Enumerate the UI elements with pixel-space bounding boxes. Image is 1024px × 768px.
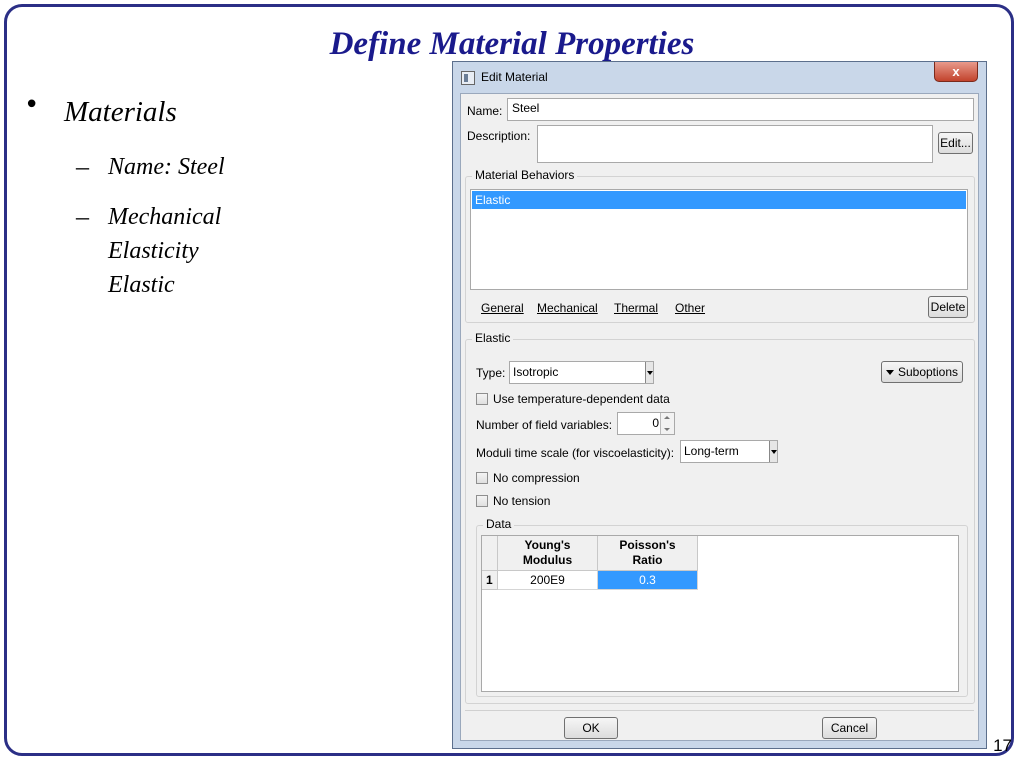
- chevron-down-icon: [645, 362, 653, 383]
- edit-material-dialog: Edit Material x Name: Steel Description:…: [452, 61, 987, 749]
- field-variables-value: 0: [652, 416, 659, 430]
- bullet-marker: •: [24, 90, 40, 120]
- moduli-dropdown[interactable]: Long-term: [680, 440, 778, 463]
- cell-poissons-ratio[interactable]: 0.3: [598, 571, 698, 590]
- stepper-arrows-icon[interactable]: [660, 413, 674, 434]
- elastic-group-title: Elastic: [472, 331, 514, 345]
- suboptions-button[interactable]: Suboptions: [881, 361, 963, 383]
- menu-mechanical[interactable]: Mechanical: [537, 301, 598, 315]
- delete-button[interactable]: Delete: [928, 296, 968, 318]
- close-button[interactable]: x: [934, 62, 978, 82]
- behaviors-list[interactable]: Elastic: [470, 189, 968, 290]
- temp-dependent-checkbox[interactable]: [476, 393, 488, 405]
- elastic-group: Elastic Type: Isotropic Suboptions Use t…: [465, 331, 975, 704]
- material-behaviors-title: Material Behaviors: [472, 168, 578, 182]
- cancel-button[interactable]: Cancel: [822, 717, 877, 739]
- data-group-title: Data: [483, 517, 515, 531]
- suboptions-label: Suboptions: [897, 365, 959, 379]
- no-compression-checkbox[interactable]: [476, 472, 488, 484]
- name-field[interactable]: Steel: [507, 98, 974, 121]
- dialog-titlebar[interactable]: Edit Material x: [453, 62, 986, 92]
- triangle-down-icon: [885, 370, 894, 376]
- material-behaviors-group: Material Behaviors Elastic General Mecha…: [465, 168, 975, 323]
- chevron-down-icon: [769, 441, 777, 462]
- description-label: Description:: [467, 129, 531, 143]
- column-header-youngs-modulus[interactable]: Young's Modulus: [498, 536, 598, 571]
- page-number: 17: [993, 736, 1012, 755]
- header-line: Ratio: [632, 553, 663, 567]
- menu-general[interactable]: General: [481, 301, 524, 315]
- type-label: Type:: [476, 366, 506, 380]
- menu-other[interactable]: Other: [675, 301, 705, 315]
- sub-bullet-mechanical: Mechanical Elasticity Elastic: [108, 200, 221, 302]
- edit-button[interactable]: Edit...: [938, 132, 973, 154]
- behavior-item-elastic[interactable]: Elastic: [472, 191, 966, 209]
- moduli-value: Long-term: [684, 444, 739, 458]
- dialog-title: Edit Material: [481, 70, 548, 84]
- table-corner: [482, 536, 498, 571]
- field-variables-label: Number of field variables:: [476, 418, 613, 432]
- bottom-separator: [465, 710, 974, 711]
- dash-marker-2: –: [76, 202, 89, 231]
- header-line: Modulus: [522, 553, 573, 567]
- bullet-materials: Materials: [64, 96, 177, 128]
- column-header-poissons-ratio[interactable]: Poisson's Ratio: [598, 536, 698, 571]
- cell-youngs-modulus[interactable]: 200E9: [498, 571, 598, 590]
- menu-thermal[interactable]: Thermal: [614, 301, 658, 315]
- window-icon: [461, 71, 475, 85]
- name-label: Name:: [467, 104, 503, 118]
- sub-bullet-line: Elasticity: [108, 238, 199, 264]
- no-tension-label: No tension: [493, 494, 551, 508]
- temp-dependent-label: Use temperature-dependent data: [493, 392, 670, 406]
- no-tension-checkbox[interactable]: [476, 495, 488, 507]
- data-group: Data Young's Modulus Poisson's Ratio 1 2…: [476, 517, 968, 697]
- sub-bullet-line: Mechanical: [108, 204, 222, 230]
- description-field[interactable]: [537, 125, 933, 163]
- data-table[interactable]: Young's Modulus Poisson's Ratio 1 200E9 …: [481, 535, 959, 692]
- sub-bullet-line: Elastic: [108, 272, 175, 298]
- no-compression-label: No compression: [493, 471, 580, 485]
- type-value: Isotropic: [513, 365, 559, 379]
- header-line: Poisson's: [619, 538, 676, 552]
- slide-title: Define Material Properties: [329, 26, 695, 62]
- dash-marker-1: –: [76, 152, 89, 181]
- ok-button[interactable]: OK: [564, 717, 618, 739]
- row-header[interactable]: 1: [482, 571, 498, 590]
- type-dropdown[interactable]: Isotropic: [509, 361, 654, 384]
- moduli-label: Moduli time scale (for viscoelasticity):: [476, 446, 675, 460]
- field-variables-stepper[interactable]: 0: [617, 412, 675, 435]
- dialog-client: Name: Steel Description: Edit... Materia…: [460, 93, 979, 741]
- header-line: Young's: [524, 538, 571, 552]
- sub-bullet-name: Name: Steel: [108, 154, 225, 180]
